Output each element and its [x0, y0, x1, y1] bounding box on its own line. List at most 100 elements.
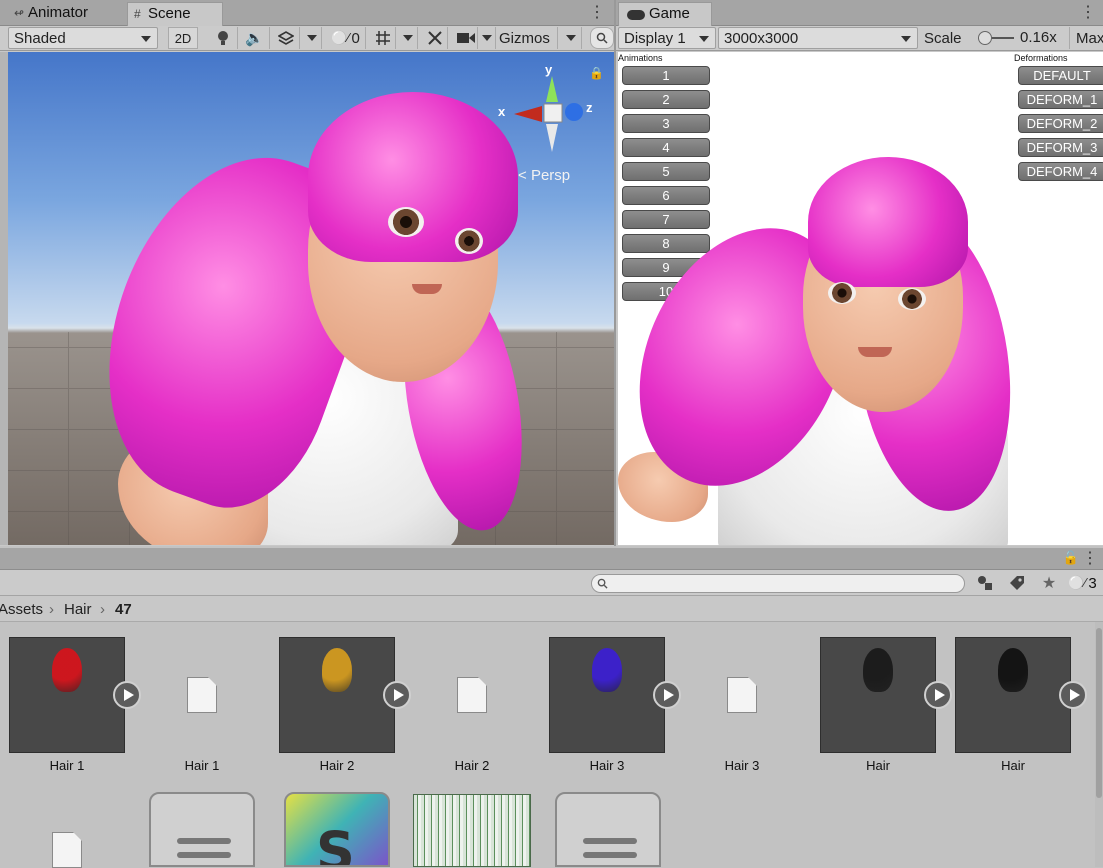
file-icon[interactable] — [187, 677, 217, 713]
text-asset-icon[interactable] — [149, 792, 255, 867]
asset-label[interactable]: Hair 2 — [277, 758, 397, 773]
effects-dropdown-arrow-icon[interactable] — [302, 27, 322, 49]
game-tabbar: Game ⋮ — [616, 0, 1103, 26]
lighting-toggle-icon[interactable] — [208, 27, 238, 49]
asset-label[interactable]: Hair 1 — [7, 758, 127, 773]
filter-by-type-icon[interactable] — [970, 572, 1000, 594]
deformation-button-5[interactable]: DEFORM_4 — [1018, 162, 1103, 181]
model-asset-thumbnail[interactable] — [279, 637, 395, 753]
scrollbar-thumb[interactable] — [1096, 628, 1102, 798]
eye-slash-icon: ⚪⁄ — [331, 30, 350, 45]
file-icon[interactable] — [52, 832, 82, 868]
scene-menu-kebab-icon[interactable]: ⋮ — [589, 2, 605, 22]
project-menu-kebab-icon[interactable]: ⋮ — [1082, 548, 1098, 568]
animation-button-8[interactable]: 8 — [622, 234, 710, 253]
maximize-on-play-button[interactable]: Max — [1072, 27, 1103, 49]
tab-animator[interactable]: ↫ Animator — [8, 2, 126, 26]
asset-label[interactable]: Hair 2 — [412, 758, 532, 773]
scene-left-scrollbar[interactable] — [0, 52, 8, 545]
persp-chevron-icon: < — [518, 167, 527, 184]
asset-label[interactable]: Hair 3 — [682, 758, 802, 773]
breadcrumb-assets[interactable]: Assets — [0, 601, 43, 618]
favorite-star-icon[interactable]: ★ — [1034, 572, 1064, 594]
breadcrumb-chevron-icon: › — [100, 601, 105, 618]
model-asset-thumbnail[interactable] — [955, 637, 1071, 753]
hidden-packages-toggle[interactable]: ⚪⁄ 3 — [1068, 572, 1103, 594]
tab-scene[interactable]: # Scene — [127, 2, 223, 26]
grid-toggle-icon[interactable] — [370, 27, 396, 49]
deformation-button-1[interactable]: DEFAULT — [1018, 66, 1103, 85]
animation-button-1[interactable]: 1 — [622, 66, 710, 85]
deformations-title: Deformations — [1014, 53, 1068, 63]
asset-grid-scrollbar[interactable] — [1095, 622, 1103, 867]
camera-icon[interactable] — [454, 27, 478, 49]
expand-asset-play-icon[interactable] — [924, 681, 952, 709]
scene-tabbar: ↫ Animator # Scene ⋮ — [0, 0, 614, 26]
animations-title: Animations — [618, 53, 663, 63]
hair-mesh-preview-icon — [322, 648, 352, 692]
asset-label[interactable]: Hair 1 — [142, 758, 262, 773]
expand-asset-play-icon[interactable] — [1059, 681, 1087, 709]
animator-icon: ↫ — [14, 6, 25, 20]
asset-label[interactable]: Hair — [953, 758, 1073, 773]
tab-game[interactable]: Game — [618, 2, 712, 26]
animation-button-2[interactable]: 2 — [622, 90, 710, 109]
game-menu-kebab-icon[interactable]: ⋮ — [1080, 2, 1096, 22]
game-toolbar: Display 1 3000x3000 Scale 0.16x Max — [616, 26, 1103, 51]
shader-s-icon: S — [316, 820, 355, 867]
scene-search-icon[interactable] — [590, 27, 614, 49]
tools-icon[interactable] — [422, 27, 448, 49]
model-asset-thumbnail[interactable] — [549, 637, 665, 753]
gizmos-dropdown-arrow-icon[interactable] — [560, 27, 582, 49]
asset-label[interactable]: Hair 3 — [547, 758, 667, 773]
game-view[interactable]: Animations Deformations 1 2 3 4 5 6 7 8 9 10 DEFA… — [618, 52, 1103, 545]
breadcrumb-hair[interactable]: Hair — [64, 601, 92, 618]
file-icon[interactable] — [727, 677, 757, 713]
lock-icon[interactable]: 🔒 — [589, 66, 604, 80]
hair-mesh-preview-icon — [52, 648, 82, 692]
deformation-button-2[interactable]: DEFORM_1 — [1018, 90, 1103, 109]
camera-dropdown-arrow-icon[interactable] — [478, 27, 496, 49]
filter-by-label-icon[interactable] — [1002, 572, 1032, 594]
hair-mesh-preview-icon — [863, 648, 893, 692]
shading-mode-dropdown[interactable]: Shaded — [8, 27, 158, 49]
scale-slider-handle[interactable] — [978, 31, 992, 45]
animation-button-6[interactable]: 6 — [622, 186, 710, 205]
scale-slider[interactable]: Scale 0.16x — [920, 27, 1070, 49]
texture-asset-thumbnail[interactable] — [413, 794, 531, 867]
animation-button-7[interactable]: 7 — [622, 210, 710, 229]
orientation-gizmo[interactable]: y x z — [498, 62, 598, 172]
deformation-button-4[interactable]: DEFORM_3 — [1018, 138, 1103, 157]
display-dropdown[interactable]: Display 1 — [618, 27, 716, 49]
axis-z-label: z — [586, 100, 593, 115]
hair-mesh-preview-icon — [592, 648, 622, 692]
scene-viewport[interactable]: y x z 🔒 < Persp — [8, 52, 614, 545]
projection-toggle[interactable]: < Persp — [518, 167, 570, 184]
project-search-input[interactable] — [591, 574, 965, 593]
panel-lock-icon[interactable]: 🔓 — [1063, 550, 1079, 566]
scene-visibility-toggle[interactable]: ⚪⁄ 0 — [326, 27, 366, 49]
deformation-button-3[interactable]: DEFORM_2 — [1018, 114, 1103, 133]
expand-asset-play-icon[interactable] — [653, 681, 681, 709]
expand-asset-play-icon[interactable] — [383, 681, 411, 709]
audio-toggle-icon[interactable]: 🔈 — [240, 27, 270, 49]
model-asset-thumbnail[interactable] — [9, 637, 125, 753]
asset-label[interactable]: Hair — [818, 758, 938, 773]
expand-asset-play-icon[interactable] — [113, 681, 141, 709]
resolution-dropdown[interactable]: 3000x3000 — [718, 27, 918, 49]
breadcrumb-47[interactable]: 47 — [115, 601, 132, 618]
file-icon[interactable] — [457, 677, 487, 713]
project-tabbar: 🔓 ⋮ — [0, 548, 1103, 570]
project-toolbar: ★ ⚪⁄ 3 — [0, 570, 1103, 596]
grid-dropdown-arrow-icon[interactable] — [398, 27, 418, 49]
model-asset-thumbnail[interactable] — [820, 637, 936, 753]
shader-asset-icon[interactable]: S — [284, 792, 390, 867]
animation-button-4[interactable]: 4 — [622, 138, 710, 157]
animation-button-5[interactable]: 5 — [622, 162, 710, 181]
effects-toggle-icon[interactable] — [272, 27, 300, 49]
animation-button-3[interactable]: 3 — [622, 114, 710, 133]
2d-toggle-button[interactable]: 2D — [168, 27, 198, 49]
text-asset-icon[interactable] — [555, 792, 661, 867]
gizmos-button[interactable]: Gizmos — [496, 27, 558, 49]
grid-icon: # — [134, 7, 141, 21]
